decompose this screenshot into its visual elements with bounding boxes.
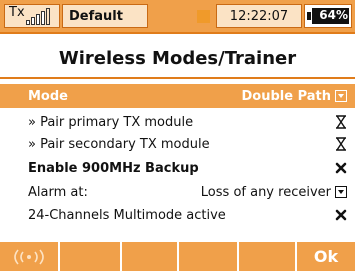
status-square-icon bbox=[197, 10, 210, 23]
mode-row[interactable]: Mode Double Path bbox=[0, 84, 355, 108]
softkey-5[interactable] bbox=[239, 242, 295, 271]
alarm-select[interactable]: Loss of any receiver bbox=[201, 185, 347, 200]
mode-select[interactable]: Double Path bbox=[241, 89, 347, 104]
softkey-3[interactable] bbox=[122, 242, 177, 271]
cross-icon[interactable] bbox=[335, 209, 347, 221]
hourglass-icon bbox=[336, 115, 346, 129]
alarm-row[interactable]: Alarm at: Loss of any receiver bbox=[0, 180, 355, 204]
dropdown-arrow-icon[interactable] bbox=[335, 186, 347, 198]
wireless-softkey[interactable] bbox=[0, 242, 58, 271]
tx-label: Tx bbox=[9, 4, 25, 20]
dropdown-arrow-icon[interactable] bbox=[335, 90, 347, 102]
multimode-label: 24-Channels Multimode active bbox=[28, 207, 226, 223]
enable-900mhz-row[interactable]: Enable 900MHz Backup bbox=[0, 156, 355, 180]
battery-icon bbox=[307, 12, 311, 20]
title-divider bbox=[0, 77, 355, 79]
pair-secondary-row[interactable]: » Pair secondary TX module bbox=[0, 132, 355, 156]
ok-button[interactable]: Ok bbox=[297, 242, 355, 271]
cross-icon[interactable] bbox=[335, 162, 347, 174]
page-title: Wireless Modes/Trainer bbox=[58, 48, 297, 69]
mode-value: Double Path bbox=[241, 88, 331, 104]
battery-indicator: 64% bbox=[304, 4, 352, 28]
mode-label: Mode bbox=[28, 88, 68, 104]
clock-box: 12:22:07 bbox=[216, 4, 302, 28]
battery-percent: 64% bbox=[319, 8, 348, 22]
signal-bars-icon bbox=[25, 7, 50, 25]
wireless-icon bbox=[14, 248, 44, 265]
clock-time: 12:22:07 bbox=[229, 8, 289, 24]
status-bar: Tx Default 12:22:07 64% bbox=[0, 0, 355, 34]
pair-secondary-label: » Pair secondary TX module bbox=[28, 136, 210, 152]
pair-primary-row[interactable]: » Pair primary TX module bbox=[0, 110, 355, 134]
alarm-label: Alarm at: bbox=[28, 184, 88, 200]
alarm-value: Loss of any receiver bbox=[200, 184, 331, 200]
tx-signal-indicator: Tx bbox=[4, 4, 60, 28]
model-name-box[interactable]: Default bbox=[62, 4, 148, 28]
pair-primary-label: » Pair primary TX module bbox=[28, 114, 194, 130]
model-name: Default bbox=[69, 8, 123, 24]
multimode-row[interactable]: 24-Channels Multimode active bbox=[0, 203, 355, 227]
enable-900mhz-label: Enable 900MHz Backup bbox=[28, 160, 199, 176]
softkey-4[interactable] bbox=[179, 242, 237, 271]
hourglass-icon bbox=[336, 137, 346, 151]
softkey-bar: Ok bbox=[0, 242, 355, 271]
softkey-2[interactable] bbox=[60, 242, 120, 271]
